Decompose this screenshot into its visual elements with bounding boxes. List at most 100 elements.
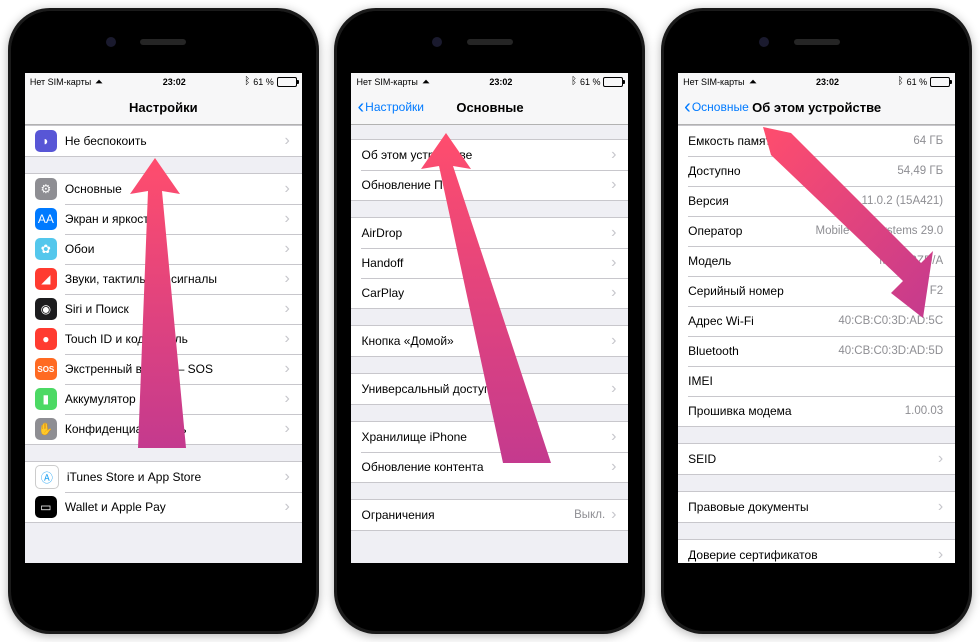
row-label: Wallet и Apple Pay <box>65 500 279 514</box>
settings-row-snd[interactable]: ◢Звуки, тактильные сигналы› <box>25 264 302 294</box>
chevron-right-icon: › <box>938 498 943 516</box>
general-row[interactable]: AirDrop› <box>351 218 628 248</box>
general-group: Кнопка «Домой»› <box>351 325 628 357</box>
general-row[interactable]: Handoff› <box>351 248 628 278</box>
about-row[interactable]: Прошивка модема1.00.03 <box>678 396 955 426</box>
general-group: AirDrop›Handoff›CarPlay› <box>351 217 628 309</box>
status-bar: Нет SIM-карты 23:02 61 % <box>678 73 955 90</box>
row-value: MQ8L2ZD/A <box>879 255 943 267</box>
front-camera <box>759 37 769 47</box>
about-row[interactable]: Адрес Wi-Fi40:CB:C0:3D:AD:5C <box>678 306 955 336</box>
top-bezel <box>11 11 316 73</box>
settings-row-gear[interactable]: ⚙Основные› <box>25 174 302 204</box>
row-label: Адрес Wi-Fi <box>688 314 838 328</box>
about-row[interactable]: IMEI <box>678 366 955 396</box>
touch-icon: ● <box>35 328 57 350</box>
general-row[interactable]: Хранилище iPhone› <box>351 422 628 452</box>
nav-back-label: Настройки <box>365 100 424 114</box>
row-value: 54,49 ГБ <box>897 165 943 177</box>
wifi-icon <box>96 80 103 84</box>
priv-icon: ✋ <box>35 418 57 440</box>
chevron-right-icon: › <box>285 420 290 438</box>
ear-speaker <box>140 39 186 45</box>
wifi-icon <box>749 80 756 84</box>
bluetooth-icon <box>571 76 577 87</box>
battery-text: 61 % <box>907 77 928 87</box>
phone-1: Нет SIM-карты 23:02 61 % Настройки ◗Не б… <box>8 8 319 634</box>
settings-row-text[interactable]: AAЭкран и яркость› <box>25 204 302 234</box>
row-label: Версия <box>688 194 861 208</box>
about-row[interactable]: ОператорMobile TeleSystems 29.0 <box>678 216 955 246</box>
settings-row-priv[interactable]: ✋Конфиденциальность› <box>25 414 302 444</box>
bluetooth-icon <box>244 76 250 87</box>
chevron-right-icon: › <box>285 180 290 198</box>
row-label: Bluetooth <box>688 344 838 358</box>
about-row[interactable]: Версия11.0.2 (15A421) <box>678 186 955 216</box>
row-label: SEID <box>688 452 932 466</box>
nav-title: Настройки <box>129 100 198 115</box>
settings-row-sos[interactable]: SOSЭкстренный вызов — SOS› <box>25 354 302 384</box>
settings-row-bat[interactable]: ▮Аккумулятор› <box>25 384 302 414</box>
about-row[interactable]: МодельMQ8L2ZD/A <box>678 246 955 276</box>
gear-icon: ⚙ <box>35 178 57 200</box>
general-content[interactable]: Об этом устройстве›Обновление ПО›AirDrop… <box>351 125 628 531</box>
wifi-icon <box>422 80 429 84</box>
chevron-right-icon: › <box>285 132 290 150</box>
settings-content[interactable]: ◗Не беспокоить› ⚙Основные›AAЭкран и яркос… <box>25 125 302 523</box>
general-group: ОграниченияВыкл.› <box>351 499 628 531</box>
status-left: Нет SIM-карты <box>30 77 104 87</box>
carrier-text: Нет SIM-карты <box>683 77 744 87</box>
about-row[interactable]: Емкость памяти64 ГБ <box>678 126 955 156</box>
phone-2: Нет SIM-карты 23:02 61 % ‹ Настройки Осн… <box>334 8 645 634</box>
settings-row-store[interactable]: ⒶiTunes Store и App Store› <box>25 462 302 492</box>
about-row[interactable]: Серийный номерF2 <box>678 276 955 306</box>
about-content[interactable]: Емкость памяти64 ГБДоступно54,49 ГБВерси… <box>678 125 955 563</box>
settings-row-moon[interactable]: ◗Не беспокоить› <box>25 126 302 156</box>
status-right: 61 % <box>571 76 624 87</box>
screen: Нет SIM-карты 23:02 61 % Настройки ◗Не б… <box>25 73 302 563</box>
text-icon: AA <box>35 208 57 230</box>
general-row[interactable]: ОграниченияВыкл.› <box>351 500 628 530</box>
settings-row-wall[interactable]: ✿Обои› <box>25 234 302 264</box>
ear-speaker <box>467 39 513 45</box>
row-value: 40:CB:C0:3D:AD:5D <box>838 345 943 357</box>
battery-icon <box>277 77 297 87</box>
general-row[interactable]: Обновление контента› <box>351 452 628 482</box>
about-row[interactable]: Доступно54,49 ГБ <box>678 156 955 186</box>
about-row[interactable]: Bluetooth40:CB:C0:3D:AD:5D <box>678 336 955 366</box>
nav-back-button[interactable]: ‹ Основные <box>684 97 749 117</box>
carrier-text: Нет SIM-карты <box>356 77 417 87</box>
top-bezel <box>337 11 642 73</box>
general-row[interactable]: Кнопка «Домой»› <box>351 326 628 356</box>
chevron-right-icon: › <box>285 468 290 486</box>
snd-icon: ◢ <box>35 268 57 290</box>
seid-row[interactable]: SEID› <box>678 444 955 474</box>
general-row[interactable]: Универсальный доступ› <box>351 374 628 404</box>
settings-group: ◗Не беспокоить› <box>25 125 302 157</box>
settings-row-wallet[interactable]: ▭Wallet и Apple Pay› <box>25 492 302 522</box>
nav-back-button[interactable]: ‹ Настройки <box>357 97 424 117</box>
chevron-right-icon: › <box>938 546 943 563</box>
about-group: Емкость памяти64 ГБДоступно54,49 ГБВерси… <box>678 125 955 427</box>
trust-row[interactable]: Доверие сертификатов› <box>678 540 955 563</box>
row-label: Серийный номер <box>688 284 930 298</box>
general-row[interactable]: Об этом устройстве › <box>351 140 628 170</box>
row-label: IMEI <box>688 374 943 388</box>
settings-row-touch[interactable]: ●Touch ID и код-пароль› <box>25 324 302 354</box>
row-label: Модель <box>688 254 879 268</box>
chevron-right-icon: › <box>611 146 616 164</box>
carrier-text: Нет SIM-карты <box>30 77 91 87</box>
about-extra-group: Доверие сертификатов› <box>678 539 955 563</box>
row-label: Обновление ПО <box>361 178 605 192</box>
store-icon: Ⓐ <box>35 465 59 489</box>
settings-row-siri[interactable]: ◉Siri и Поиск› <box>25 294 302 324</box>
bat-icon: ▮ <box>35 388 57 410</box>
row-label: Об этом устройстве <box>361 148 605 162</box>
chevron-right-icon: › <box>285 300 290 318</box>
settings-group: ⒶiTunes Store и App Store›▭Wallet и Appl… <box>25 461 302 523</box>
legal-row[interactable]: Правовые документы› <box>678 492 955 522</box>
general-row[interactable]: CarPlay› <box>351 278 628 308</box>
row-label: Емкость памяти <box>688 134 913 148</box>
chevron-right-icon: › <box>611 428 616 446</box>
general-row[interactable]: Обновление ПО› <box>351 170 628 200</box>
